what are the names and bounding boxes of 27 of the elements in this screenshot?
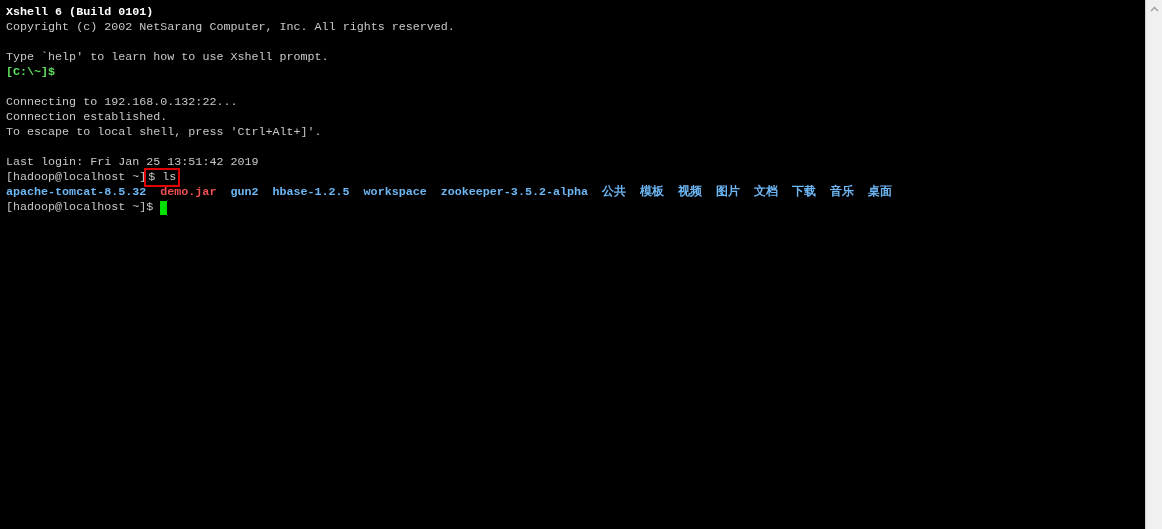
highlighted-command: $ ls — [146, 170, 179, 185]
directory-name: gun2 — [230, 185, 259, 200]
file-name: demo.jar — [160, 185, 217, 200]
directory-name: 音乐 — [830, 185, 855, 200]
terminal-text: To escape to local shell, press 'Ctrl+Alt+]'. — [6, 125, 322, 140]
directory-name: workspace — [363, 185, 427, 200]
scroll-up-icon[interactable] — [1149, 6, 1159, 12]
directory-name: zookeeper-3.5.2-alpha — [440, 185, 589, 200]
terminal-text: Type `help' to learn how to use Xshell prompt. — [6, 50, 329, 65]
terminal-text: Connecting to 192.168.0.132:22... — [6, 95, 238, 110]
shell-prompt: [C:\~]$ — [6, 65, 56, 80]
directory-name: 桌面 — [868, 185, 893, 200]
directory-name: 下载 — [792, 185, 817, 200]
terminal-text: Copyright (c) 2002 NetSarang Computer, Inc. All rights reserved. — [6, 20, 455, 35]
terminal-text: Last login: Fri Jan 25 13:51:42 2019 — [6, 155, 259, 170]
directory-name: 文档 — [754, 185, 779, 200]
terminal-text: Connection established. — [6, 110, 168, 125]
directory-name: 公共 — [602, 185, 627, 200]
scrollbar[interactable] — [1145, 0, 1162, 529]
terminal-text: [hadoop@localhost ~] — [6, 170, 147, 185]
directory-name: apache-tomcat-8.5.32 — [6, 185, 147, 200]
directory-name: hbase-1.2.5 — [272, 185, 350, 200]
terminal-text: Xshell 6 (Build 0101) — [6, 5, 154, 20]
terminal-text: [hadoop@localhost ~]$ — [6, 200, 154, 215]
directory-name: 模板 — [640, 185, 665, 200]
directory-name: 图片 — [716, 185, 741, 200]
directory-name: 视频 — [678, 185, 703, 200]
